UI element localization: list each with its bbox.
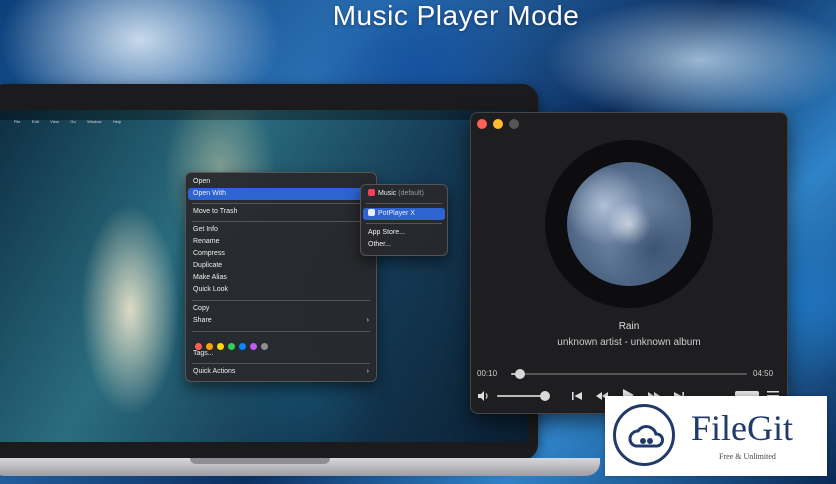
menu-separator bbox=[192, 300, 370, 301]
menu-item-rename[interactable]: Rename bbox=[188, 236, 374, 248]
album-disc bbox=[545, 140, 713, 308]
minimize-window-button[interactable] bbox=[493, 119, 503, 129]
music-player-window: Rain unknown artist - unknown album 00:1… bbox=[470, 112, 788, 414]
volume-slider[interactable] bbox=[497, 391, 550, 401]
laptop-notch bbox=[190, 458, 330, 464]
submenu-item-music[interactable]: Music (default) bbox=[363, 188, 445, 200]
album-art bbox=[567, 162, 691, 286]
volume-fill bbox=[497, 395, 545, 397]
menu-bar: File Edit View Go Window Help bbox=[0, 110, 528, 124]
menu-separator bbox=[192, 203, 370, 204]
filegit-tagline: Free & Unlimited bbox=[719, 452, 776, 461]
menu-item-get-info[interactable]: Get Info bbox=[188, 224, 374, 236]
menu-help[interactable]: Help bbox=[113, 119, 121, 124]
elapsed-time: 00:10 bbox=[477, 369, 498, 378]
potplayer-app-icon bbox=[368, 209, 375, 216]
menu-item-copy[interactable]: Copy bbox=[188, 303, 374, 315]
song-title: Rain bbox=[618, 321, 640, 332]
menu-item-open[interactable]: Open bbox=[188, 176, 374, 188]
menu-separator bbox=[192, 331, 370, 332]
menu-item-make-alias[interactable]: Make Alias bbox=[188, 272, 374, 284]
volume-knob[interactable] bbox=[540, 391, 550, 401]
menu-item-compress[interactable]: Compress bbox=[188, 248, 374, 260]
menu-separator bbox=[366, 203, 442, 204]
menu-edit[interactable]: Edit bbox=[32, 119, 39, 124]
filegit-watermark: FileGit Free & Unlimited bbox=[605, 396, 827, 476]
menu-item-quick-look[interactable]: Quick Look bbox=[188, 284, 374, 296]
chevron-right-icon: › bbox=[366, 317, 369, 324]
filegit-brand-name: FileGit bbox=[691, 408, 794, 448]
song-artist-album: unknown artist - unknown album bbox=[557, 337, 701, 348]
menu-item-duplicate[interactable]: Duplicate bbox=[188, 260, 374, 272]
menu-item-open-with[interactable]: Open With› bbox=[188, 188, 374, 200]
close-window-button[interactable] bbox=[477, 119, 487, 129]
menu-item-share[interactable]: Share › bbox=[188, 315, 374, 327]
submenu-item-potplayer[interactable]: PotPlayer X bbox=[363, 208, 445, 220]
submenu-item-other[interactable]: Other... bbox=[363, 239, 445, 251]
page-headline: Music Player Mode bbox=[332, 0, 580, 31]
filegit-logo-icon bbox=[613, 404, 675, 466]
menu-separator bbox=[192, 363, 370, 364]
context-menu: Open Open With› Move to Trash Get Info R… bbox=[185, 172, 377, 382]
zoom-window-button[interactable] bbox=[509, 119, 519, 129]
music-app-icon bbox=[368, 189, 375, 196]
progress-slider[interactable] bbox=[511, 369, 747, 379]
menu-view[interactable]: View bbox=[50, 119, 59, 124]
chevron-right-icon: › bbox=[366, 368, 369, 375]
volume-icon[interactable] bbox=[477, 390, 489, 405]
progress-knob[interactable] bbox=[515, 369, 526, 379]
menu-item-tags[interactable]: Tags... bbox=[188, 348, 374, 360]
menu-file[interactable]: File bbox=[14, 119, 20, 124]
submenu-item-app-store[interactable]: App Store... bbox=[363, 227, 445, 239]
laptop-base bbox=[0, 458, 600, 476]
menu-window[interactable]: Window bbox=[87, 119, 101, 124]
menu-separator bbox=[366, 223, 442, 224]
open-with-submenu: Music (default) PotPlayer X App Store...… bbox=[360, 184, 448, 256]
menu-item-move-to-trash[interactable]: Move to Trash bbox=[188, 206, 374, 218]
previous-track-icon[interactable] bbox=[571, 390, 583, 405]
menu-separator bbox=[192, 221, 370, 222]
menu-go[interactable]: Go bbox=[70, 119, 75, 124]
duration-time: 04:50 bbox=[753, 369, 774, 378]
menu-item-quick-actions[interactable]: Quick Actions › bbox=[188, 366, 374, 378]
